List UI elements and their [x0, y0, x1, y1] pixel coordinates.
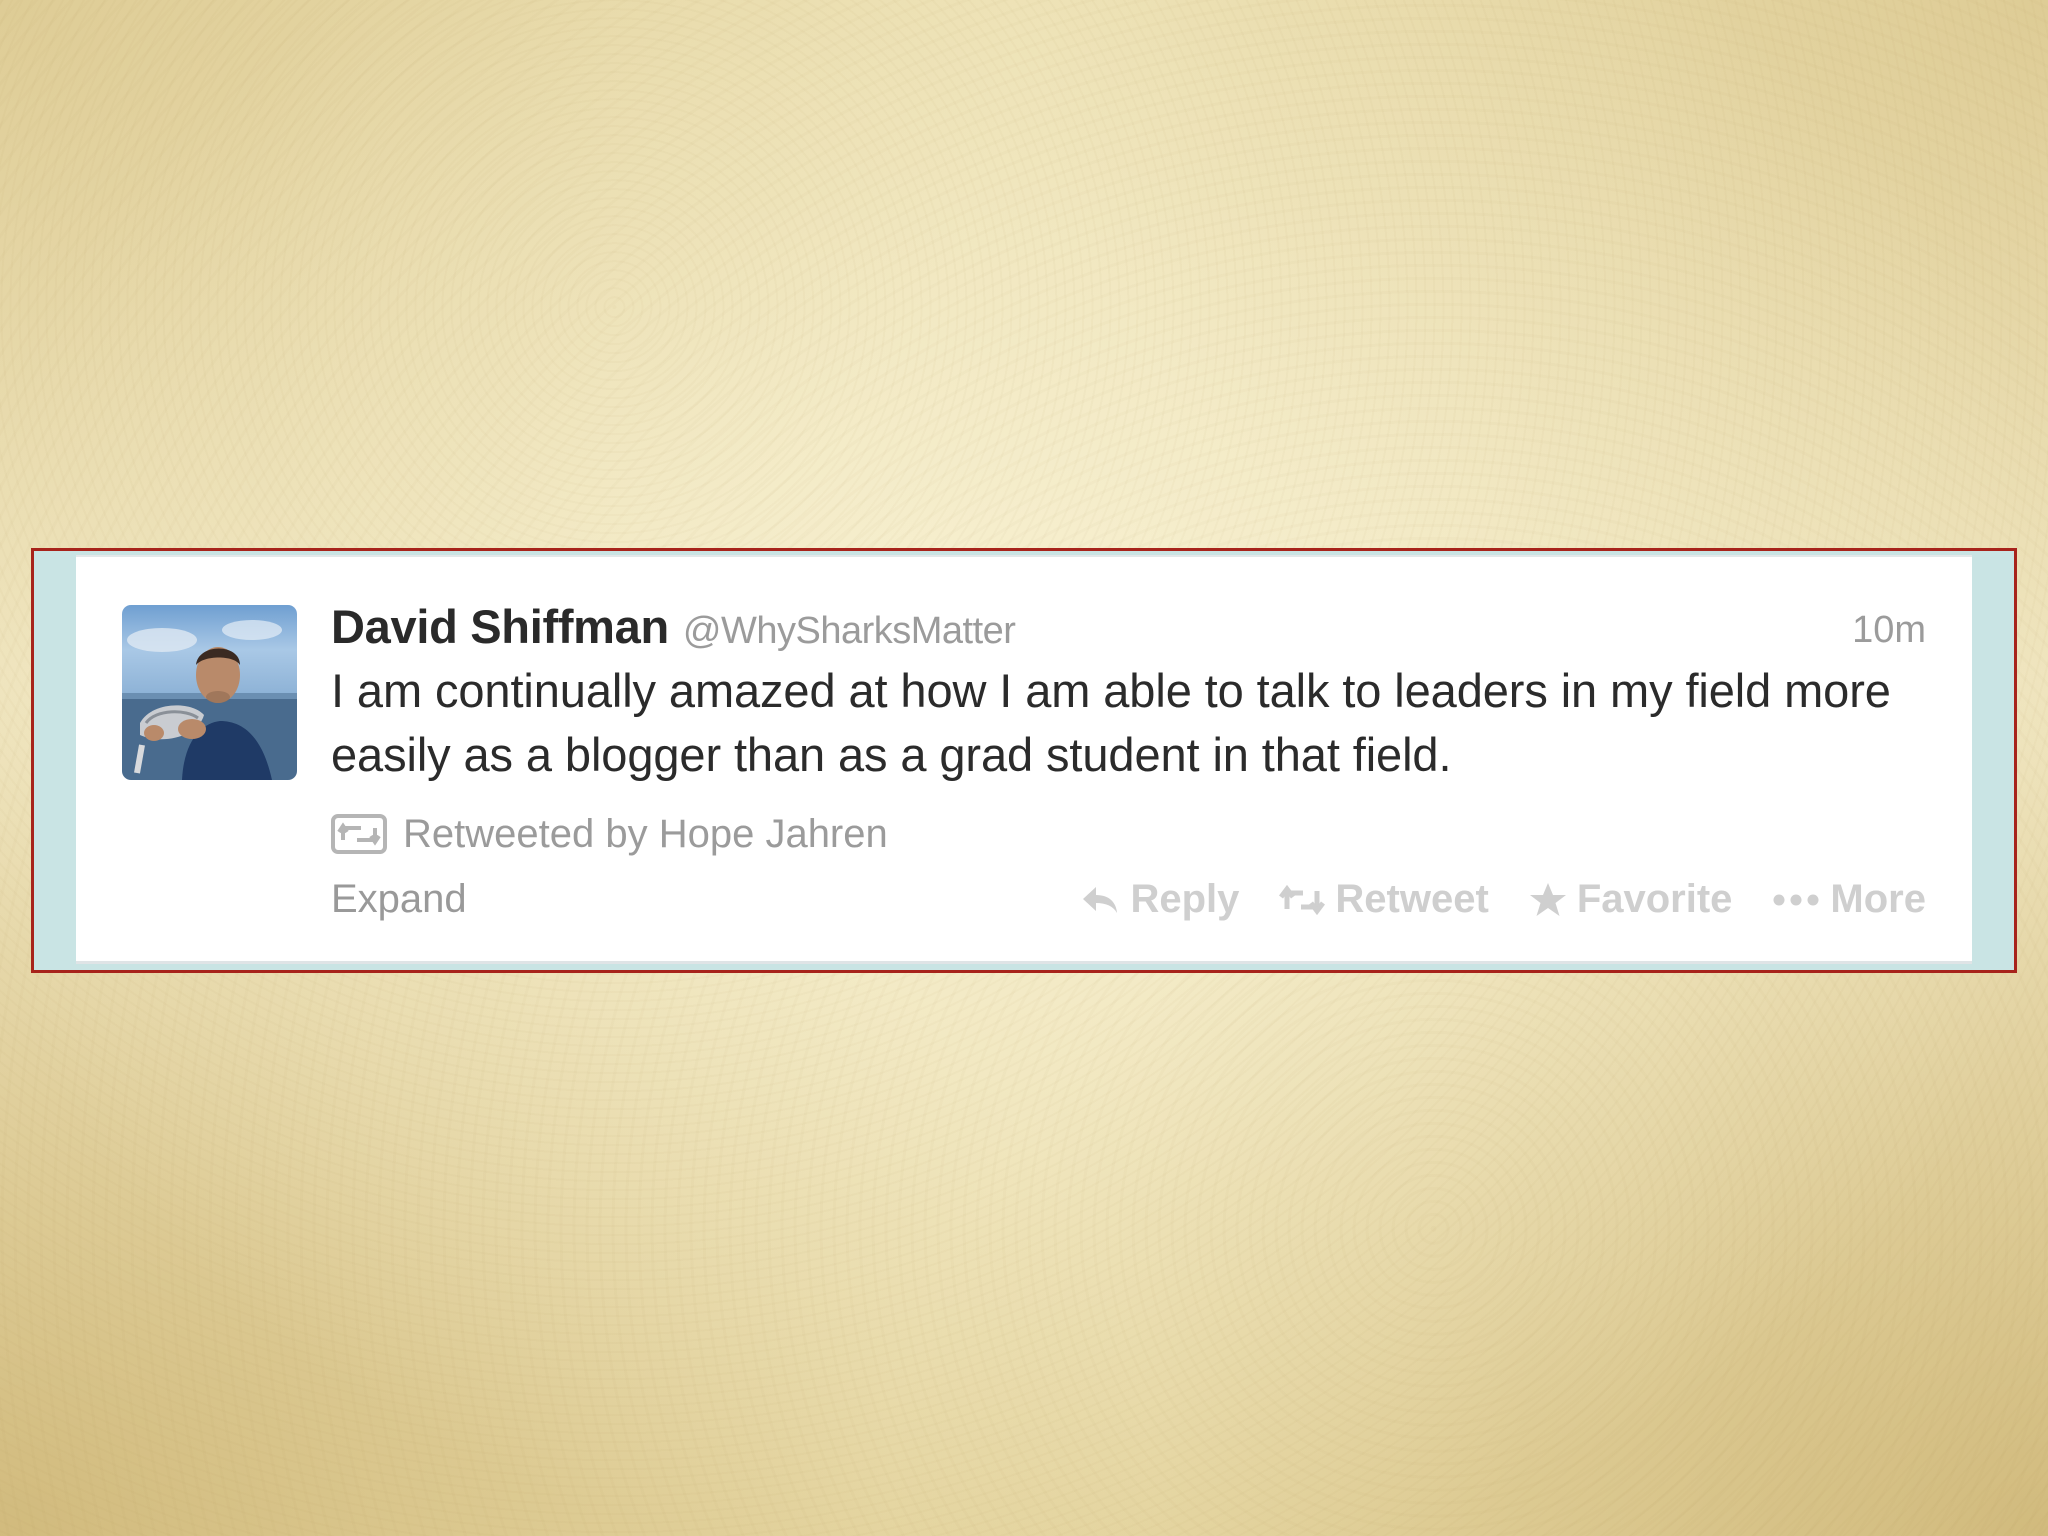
tweet-highlight-frame: David Shiffman @WhySharksMatter 10m I am … [31, 548, 2017, 973]
display-name[interactable]: David Shiffman [331, 600, 669, 653]
expand-link[interactable]: Expand [331, 877, 467, 922]
tweet-header: David Shiffman @WhySharksMatter 10m [331, 599, 1926, 659]
tweet-content: David Shiffman @WhySharksMatter 10m I am … [331, 599, 1926, 925]
profile-photo-icon [122, 605, 297, 780]
avatar[interactable] [122, 605, 297, 780]
username[interactable]: @WhySharksMatter [683, 610, 1016, 652]
reply-label: Reply [1130, 877, 1240, 921]
timestamp[interactable]: 10m [1852, 609, 1926, 652]
favorite-label: Favorite [1576, 877, 1733, 921]
tweet-text: I am continually amazed at how I am able… [331, 664, 1891, 781]
tweet-footer: Expand Reply Retweet Favorite More [331, 873, 1926, 925]
retweet-button[interactable]: Retweet [1279, 877, 1489, 922]
retweet-icon [331, 814, 387, 854]
tweet-actions: Reply Retweet Favorite More [1080, 877, 1926, 922]
retweet-context-label[interactable]: Retweeted by Hope Jahren [403, 812, 888, 857]
more-label: More [1830, 877, 1926, 921]
more-button[interactable]: More [1772, 877, 1926, 922]
retweet-label: Retweet [1335, 877, 1489, 921]
star-icon [1529, 882, 1566, 916]
more-dots-icon [1773, 894, 1819, 905]
favorite-button[interactable]: Favorite [1529, 877, 1733, 922]
tweet-card[interactable]: David Shiffman @WhySharksMatter 10m I am … [76, 555, 1972, 964]
retweet-context: Retweeted by Hope Jahren [331, 809, 1926, 859]
reply-icon [1083, 886, 1118, 913]
reply-button[interactable]: Reply [1080, 877, 1239, 922]
retweet-action-icon [1279, 884, 1326, 915]
